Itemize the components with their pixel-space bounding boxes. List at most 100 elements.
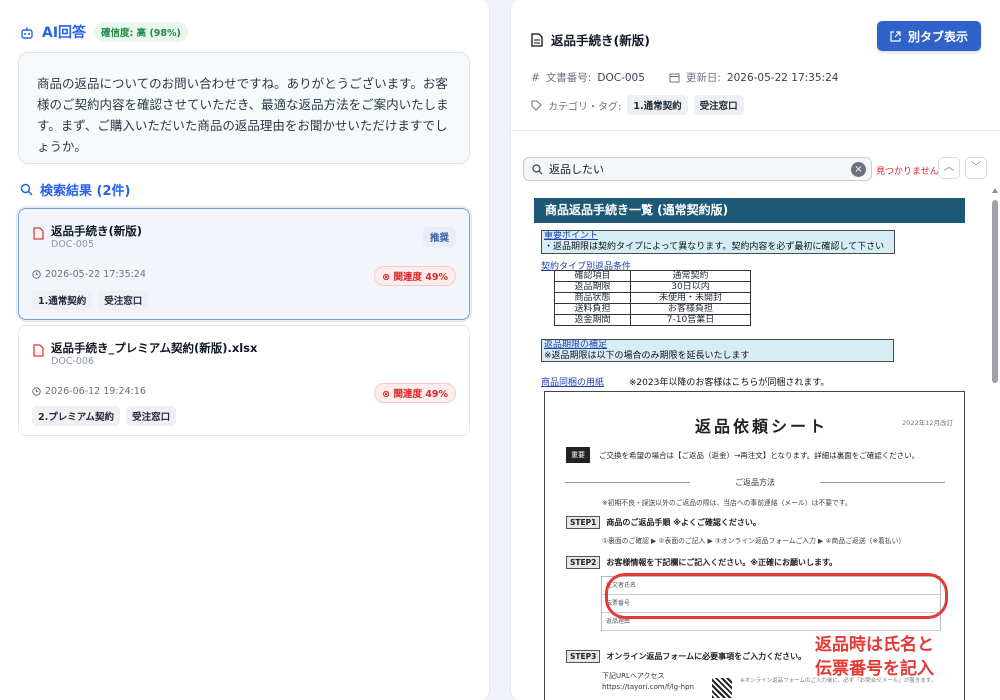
- search-results-title: 検索結果 (2件): [40, 184, 131, 199]
- red-highlight-ring: [605, 573, 948, 619]
- doc-number: DOC-005: [597, 71, 645, 84]
- return-request-sheet-image: 返品依頼シート 2022年12月改訂 重要 ご交換を希望の場合は【ご返品（返金）…: [544, 391, 965, 700]
- prev-match-button[interactable]: ︿: [938, 157, 960, 179]
- ai-answer-title: AI回答: [42, 25, 87, 41]
- open-new-tab-label: 別タブ表示: [907, 29, 968, 44]
- step2: STEP2 お客様情報を下記欄にご記入ください。※正確にお願いします。: [566, 556, 837, 569]
- step1: STEP1 商品のご返品手順 ※よくご確認ください。: [566, 516, 761, 529]
- updated-date: 2026-05-22 17:35:24: [726, 71, 839, 84]
- step3: STEP3 オンライン返品フォームに必要事項をご入力ください。: [566, 650, 806, 663]
- clock-icon: [32, 270, 41, 279]
- result-date-text: 2026-05-22 17:35:24: [45, 269, 146, 280]
- right-panel: 返品手続き(新版) 別タブ表示 # 文書番号: DOC-005 更新日: 202…: [510, 0, 1000, 700]
- table-cell: 商品状態: [554, 292, 631, 304]
- sheet-date: 2022年12月改訂: [902, 419, 953, 427]
- file-text-icon: [531, 32, 543, 47]
- table-cell: 未使用・未開封: [630, 292, 751, 304]
- result-card[interactable]: 返品手続き(新版) DOC-005 推奨 2026-05-22 17:35:24…: [18, 208, 470, 320]
- robot-icon: [20, 25, 34, 39]
- open-new-tab-button[interactable]: 別タブ表示: [877, 21, 981, 51]
- clock-icon: [32, 387, 41, 396]
- result-doc-id: DOC-005: [51, 239, 94, 250]
- preview-scrollbar[interactable]: [992, 188, 998, 700]
- table-row: 返品期限 30日以内: [554, 281, 751, 293]
- qr-code-icon: [712, 678, 732, 698]
- result-date: 2026-05-22 17:35:24: [32, 269, 146, 280]
- doc-number-label: 文書番号:: [545, 72, 592, 84]
- scroll-up-icon[interactable]: [992, 188, 998, 193]
- document-icon: [33, 344, 44, 357]
- external-link-icon: [890, 30, 901, 42]
- document-search-input[interactable]: 返品したい ×: [523, 157, 872, 181]
- tag: 受注窓口: [98, 290, 149, 310]
- table-cell: お客様負担: [630, 303, 751, 315]
- divider: [511, 130, 1000, 131]
- url-label: 下記URLへアクセス: [602, 672, 665, 680]
- relevance-badge: ⊗ 関連度 49%: [374, 383, 456, 403]
- next-match-button[interactable]: ﹀: [965, 157, 987, 179]
- preview-banner: 商品返品手続き一覧 (通常契約版): [534, 198, 965, 223]
- result-card[interactable]: 返品手続き_プレミアム契約(新版).xlsx DOC-006 2026-06-1…: [18, 325, 470, 436]
- result-date-text: 2026-06-12 19:24:16: [45, 386, 146, 397]
- tag: 1.通常契約: [627, 95, 688, 115]
- document-meta: # 文書番号: DOC-005 更新日: 2026-05-22 17:35:24: [531, 70, 838, 85]
- clear-icon[interactable]: ×: [851, 162, 866, 177]
- step1-sub: ①裏面のご確認 ▶ ②表面のご記入 ▶ ③オンライン返品フォームご入力 ▶ ④商…: [602, 537, 906, 545]
- ai-answer-text: 商品の返品についてのお問い合わせですね。ありがとうございます。お客様のご契約内容…: [18, 52, 470, 164]
- tag: 受注窓口: [126, 406, 177, 426]
- step2-label: STEP2: [566, 556, 601, 569]
- preview-note-2: 返品期限の補足 ※返品期限は以下の場合のみ期限を延長いたします: [541, 339, 894, 362]
- table-cell: 確認項目: [554, 270, 631, 282]
- scrollbar-thumb[interactable]: [992, 200, 998, 383]
- table-row: 送料負担 お客様負担: [554, 303, 751, 315]
- conditions-table: 確認項目 通常契約 返品期限 30日以内 商品状態 未使用・未開封 送料負担 お客様負担…: [554, 270, 751, 326]
- caption-text: ※2023年以降のお客様はこちらが同梱されます。: [628, 378, 830, 388]
- step3-label: STEP3: [566, 650, 601, 663]
- recommended-badge: 推奨: [422, 227, 456, 247]
- table-row: 返金期間 7-10営業日: [554, 314, 751, 326]
- table-cell: 返金期間: [554, 314, 631, 326]
- document-title-text: 返品手続き(新版): [551, 33, 650, 48]
- table-cell: 7-10営業日: [630, 314, 751, 326]
- red-annotation-line: 返品時は氏名と: [815, 635, 934, 655]
- table-cell: 通常契約: [630, 270, 751, 282]
- note2-heading: 返品期限の補足: [544, 340, 608, 350]
- table-cell: 送料負担: [554, 303, 631, 315]
- left-panel: AI回答 確信度: 高 (98%) 商品の返品についてのお問い合わせですね。あり…: [0, 0, 490, 700]
- result-name: 返品手続き_プレミアム契約(新版).xlsx: [51, 341, 258, 355]
- relevance-text: 関連度 49%: [393, 389, 448, 400]
- tag: 受注窓口: [693, 95, 744, 115]
- relevance-badge: ⊗ 関連度 49%: [374, 266, 456, 286]
- result-doc-id: DOC-006: [51, 356, 94, 367]
- preview-caption: 商品同梱の用紙 ※2023年以降のお客様はこちらが同梱されます。: [541, 375, 829, 388]
- result-date: 2026-06-12 19:24:16: [32, 386, 146, 397]
- url-text: https://tayori.com/f/lg-hpn: [602, 683, 694, 691]
- result-tags: 1.通常契約 受注窓口: [32, 290, 149, 310]
- qr-note: ※オンライン返品フォームのご入力後に、必ず「お問合せメール」が届きます。: [740, 678, 937, 684]
- category-tags-row: カテゴリ・タグ: 1.通常契約 受注窓口: [531, 95, 744, 115]
- note-body: ・返品期限は契約タイプによって異なります。契約内容を必ず最初に確認して下さい: [544, 242, 885, 252]
- red-annotation: 返品時は氏名と 伝票番号を記入: [815, 633, 934, 681]
- document-icon: [33, 227, 44, 240]
- method-title: ご返品方法: [565, 477, 945, 488]
- sheet-title: 返品依頼シート: [695, 417, 829, 436]
- relevance-text: 関連度 49%: [393, 272, 448, 283]
- sheet-important: 重要 ご交換を希望の場合は【ご返品（返金）→再注文】となります。詳細は裏面をご確…: [566, 447, 919, 463]
- preview-note: 重要ポイント ・返品期限は契約タイプによって異なります。契約内容を必ず最初に確認…: [541, 230, 895, 254]
- calendar-icon: [669, 73, 680, 83]
- method-line: ※初期不良・誤送以外のご返品の際は、当店への事前連絡（メール）は不要です。: [602, 499, 852, 507]
- hash-icon: #: [531, 71, 540, 84]
- search-icon: [20, 183, 33, 196]
- search-input-value[interactable]: 返品したい: [549, 161, 604, 177]
- important-label: 重要: [566, 447, 590, 463]
- document-preview: 商品返品手続き一覧 (通常契約版) 重要ポイント ・返品期限は契約タイプによって…: [534, 198, 969, 700]
- result-name: 返品手続き(新版): [51, 224, 143, 238]
- note2-body: ※返品期限は以下の場合のみ期限を延長いたします: [544, 351, 750, 361]
- table-row: 商品状態 未使用・未開封: [554, 292, 751, 304]
- confidence-badge: 確信度: 高 (98%): [94, 22, 188, 42]
- ai-answer-header: AI回答 確信度: 高 (98%): [20, 22, 188, 42]
- step1-text: 商品のご返品手順 ※よくご確認ください。: [606, 518, 761, 527]
- note-heading: 重要ポイント: [544, 231, 599, 241]
- important-text: ご交換を希望の場合は【ご返品（返金）→再注文】となります。詳細は裏面をご確認くだ…: [599, 450, 920, 460]
- step1-label: STEP1: [566, 516, 601, 529]
